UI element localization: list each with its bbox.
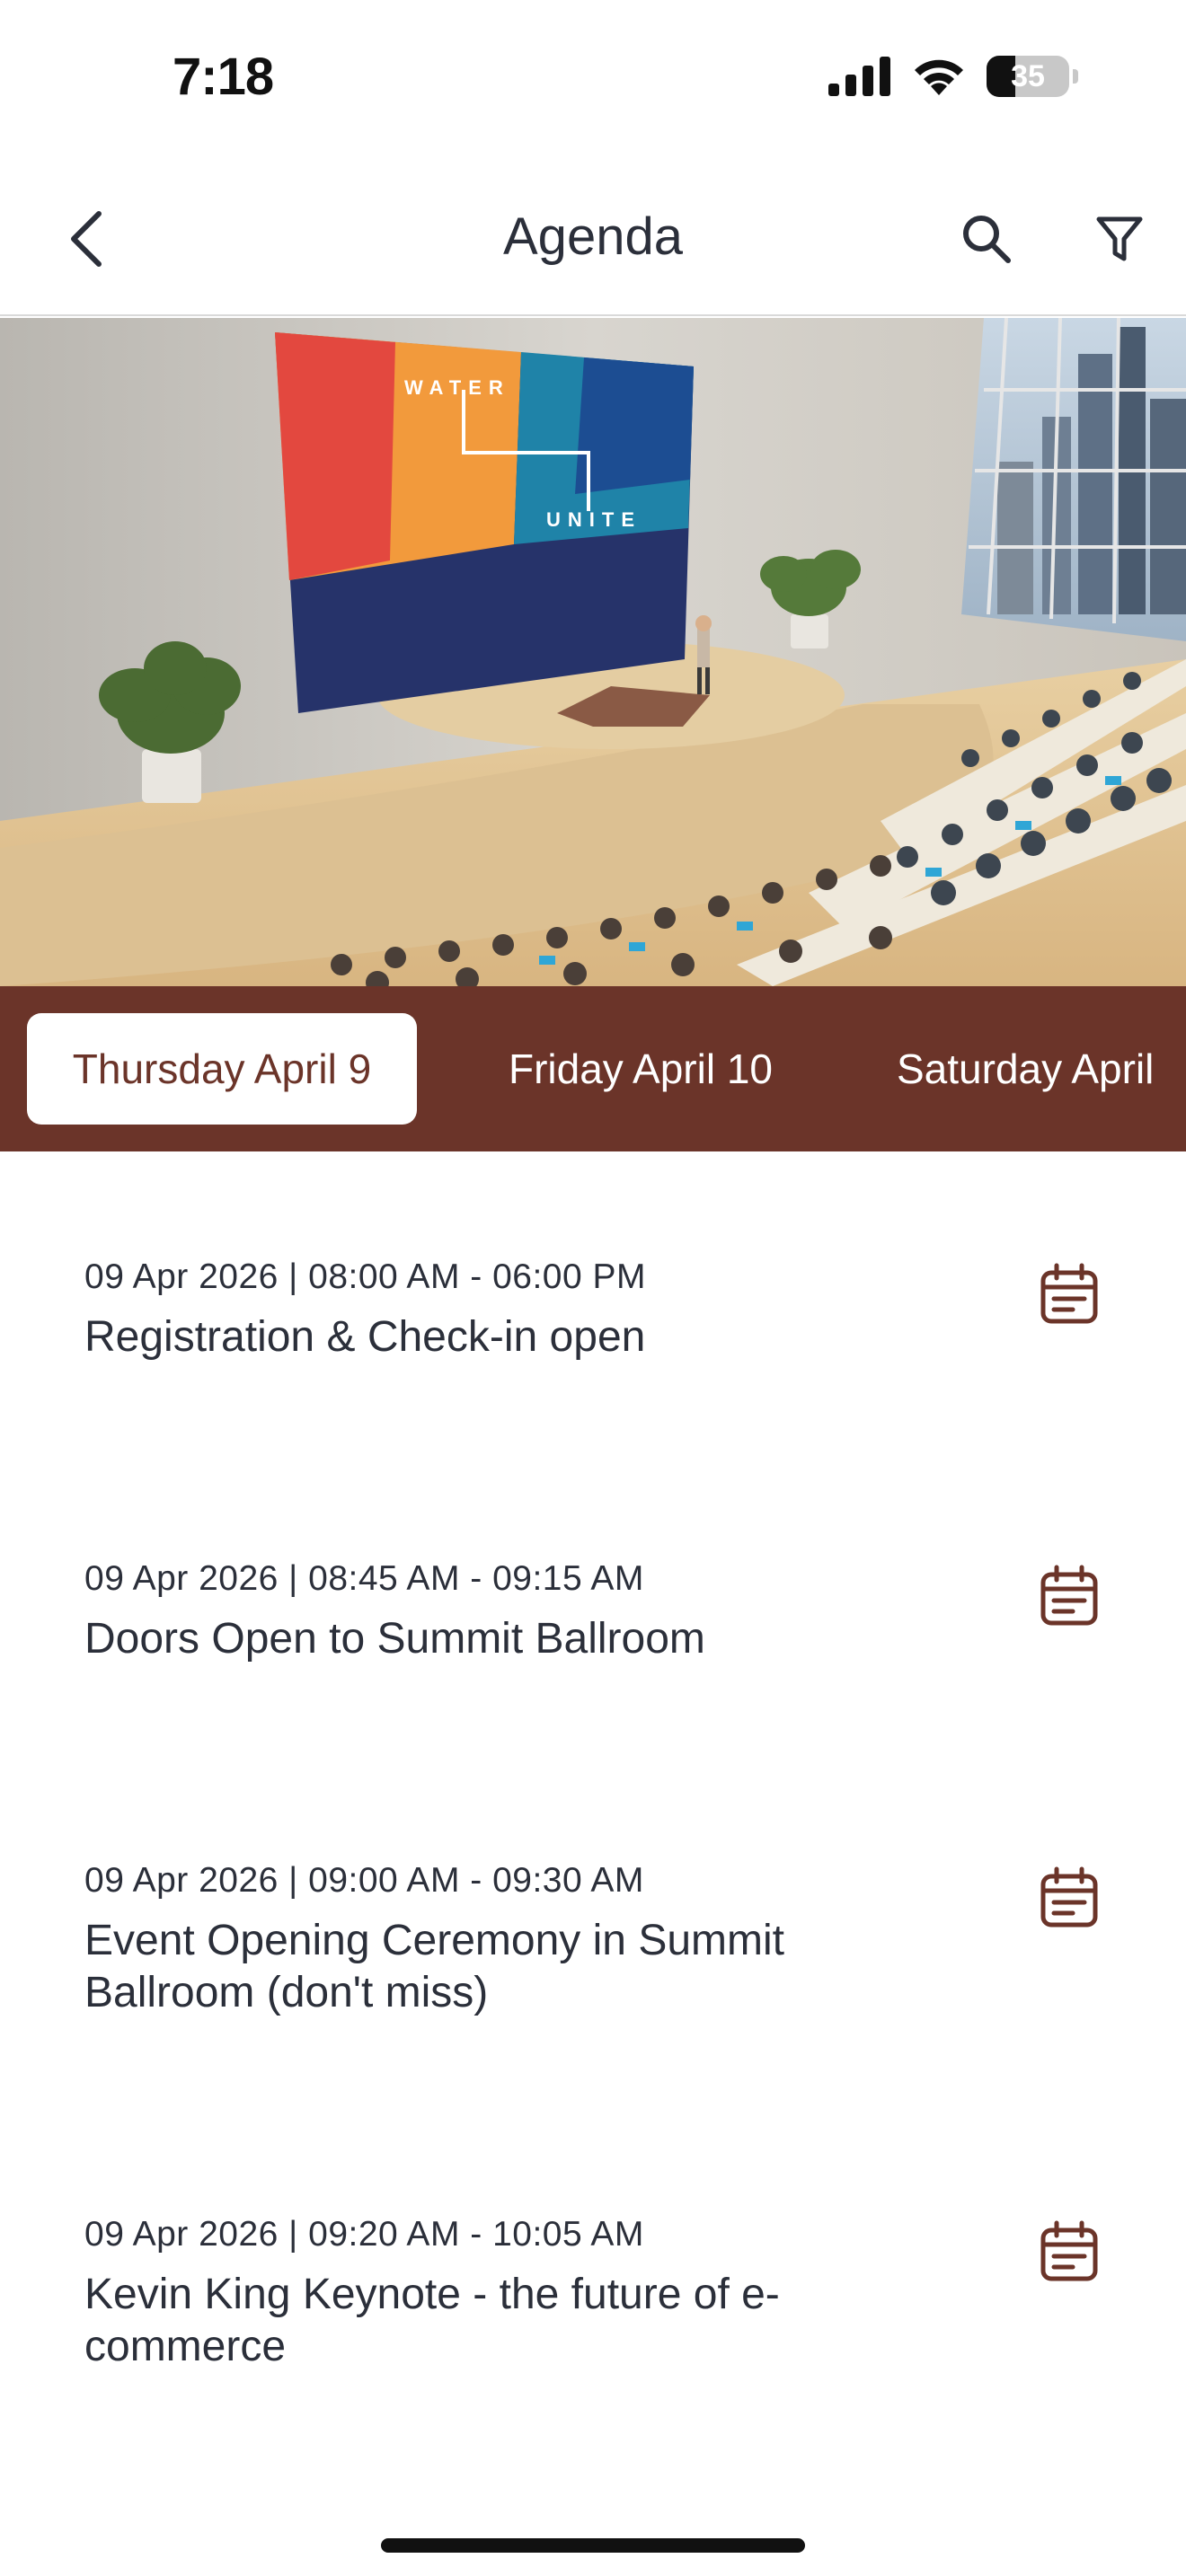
tab-thursday-april-9[interactable]: Thursday April 9 bbox=[27, 1013, 417, 1125]
search-button[interactable] bbox=[951, 203, 1022, 275]
calendar-icon[interactable] bbox=[1039, 2220, 1100, 2283]
agenda-item-time: 09 Apr 2026 | 08:45 AM - 09:15 AM bbox=[84, 1559, 644, 1598]
status-bar: 7:18 35 bbox=[0, 0, 1186, 162]
battery-icon: 35 bbox=[987, 56, 1069, 97]
tab-saturday-april[interactable]: Saturday April bbox=[864, 1013, 1186, 1125]
event-banner-image: WATER UNITE bbox=[0, 318, 1186, 986]
agenda-item-time: 09 Apr 2026 | 09:00 AM - 09:30 AM bbox=[84, 1861, 644, 1900]
status-icons: 35 bbox=[828, 56, 1078, 97]
filter-button[interactable] bbox=[1084, 203, 1155, 275]
home-indicator[interactable] bbox=[381, 2538, 805, 2553]
calendar-icon[interactable] bbox=[1039, 1263, 1100, 1326]
status-time: 7:18 bbox=[173, 48, 274, 106]
calendar-icon[interactable] bbox=[1039, 1866, 1100, 1929]
agenda-item[interactable]: 09 Apr 2026 | 08:00 AM - 06:00 PM Regist… bbox=[0, 1151, 1186, 1453]
agenda-item-title: Event Opening Ceremony in Summit Ballroo… bbox=[84, 1917, 785, 2016]
banner-screen-word-1: WATER bbox=[404, 376, 510, 399]
day-tabs: Thursday April 9 Friday April 10 Saturda… bbox=[0, 986, 1186, 1151]
app-header: Agenda bbox=[0, 162, 1186, 316]
agenda-item-time: 09 Apr 2026 | 09:20 AM - 10:05 AM bbox=[84, 2215, 644, 2254]
agenda-item-title: Registration & Check-in open bbox=[84, 1313, 646, 1361]
agenda-item[interactable]: 09 Apr 2026 | 09:20 AM - 10:05 AM Kevin … bbox=[0, 2109, 1186, 2463]
search-icon bbox=[963, 216, 1011, 263]
agenda-item-time: 09 Apr 2026 | 08:00 AM - 06:00 PM bbox=[84, 1257, 647, 1296]
battery-cap bbox=[1073, 69, 1078, 84]
filter-icon bbox=[1096, 216, 1143, 261]
banner-screen-word-2: UNITE bbox=[546, 508, 642, 531]
cellular-signal-icon bbox=[828, 57, 890, 96]
tab-friday-april-10[interactable]: Friday April 10 bbox=[467, 1013, 814, 1125]
wifi-icon bbox=[915, 59, 963, 95]
agenda-item-title: Doors Open to Summit Ballroom bbox=[84, 1615, 705, 1663]
agenda-item[interactable]: 09 Apr 2026 | 09:00 AM - 09:30 AM Event … bbox=[0, 1755, 1186, 2109]
battery-level: 35 bbox=[1011, 59, 1045, 93]
agenda-item[interactable]: 09 Apr 2026 | 08:45 AM - 09:15 AM Doors … bbox=[0, 1453, 1186, 1755]
agenda-item-title: Kevin King Keynote - the future of e-com… bbox=[84, 2271, 780, 2370]
calendar-icon[interactable] bbox=[1039, 1565, 1100, 1628]
